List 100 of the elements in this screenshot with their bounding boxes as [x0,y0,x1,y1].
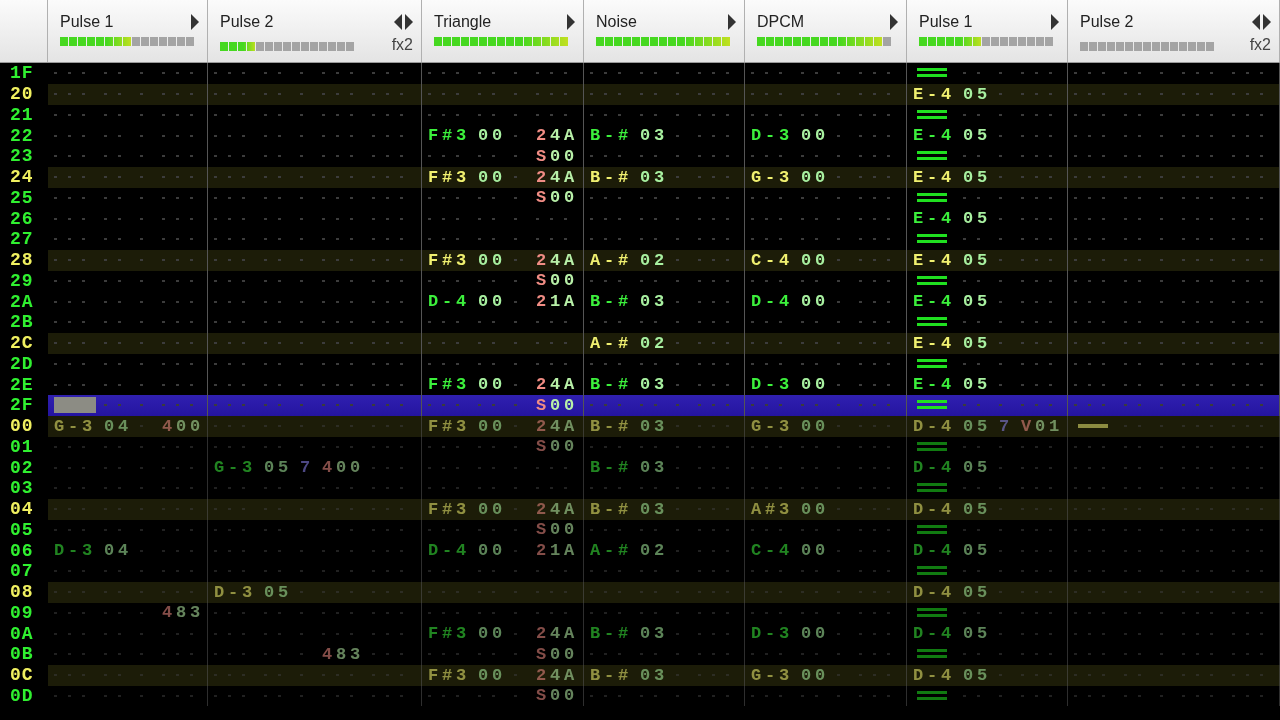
row-number: 0D [10,686,34,705]
note-text: D-4 [428,293,470,311]
channel-name: Pulse 1 [60,12,114,32]
effect-text: 24A [536,168,578,186]
instrument-text: 05 [963,251,991,269]
pattern-row[interactable]: 28 F#3 00 24A A-# 02 C-4 00 E-4 05 [0,249,1280,271]
note-text: D-4 [913,583,955,601]
instrument-text: 02 [640,334,668,352]
instrument-text: 05 [963,376,991,394]
instrument-text: 00 [478,500,506,518]
note-text: E-4 [913,168,955,186]
row-number: 26 [10,209,34,228]
note-text: E-4 [913,334,955,352]
note-text: F#3 [428,168,470,186]
right-arrow-icon[interactable] [191,14,199,30]
instrument-text: 00 [801,500,829,518]
note-text: B-# [590,666,632,684]
instrument-text: 00 [478,625,506,643]
instrument-text: 00 [801,417,829,435]
right-arrow-icon[interactable] [567,14,575,30]
note-text: B-# [590,168,632,186]
pattern-row[interactable]: 0C F#3 00 24A B-# 03 G-3 00 D-4 05 [0,664,1280,686]
right-arrow-icon[interactable] [1051,14,1059,30]
note-text: F#3 [428,417,470,435]
note-text: D-4 [913,666,955,684]
instrument-text: 03 [640,417,668,435]
row-number: 01 [10,437,34,456]
pattern-row[interactable]: 24 F#3 00 24A B-# 03 G-3 00 E-4 05 [0,166,1280,188]
right-arrow-icon[interactable] [890,14,898,30]
row-number: 27 [10,230,34,249]
note-text: F#3 [428,376,470,394]
effect-text: 24A [536,625,578,643]
instrument-text: 00 [478,127,506,145]
instrument-text: 00 [801,168,829,186]
instrument-text: 00 [478,168,506,186]
pattern-row[interactable]: 2C A-# 02 E-4 05 [0,332,1280,354]
note-text: B-# [590,500,632,518]
instrument-text: 03 [640,666,668,684]
pattern-row[interactable]: 04 F#3 00 24A B-# 03 A#3 00 D-4 05 [0,498,1280,520]
note-text: D-3 [214,583,256,601]
instrument-text: 00 [801,127,829,145]
note-text: F#3 [428,127,470,145]
instrument-text: 02 [640,542,668,560]
instrument-text: 05 [963,459,991,477]
instrument-text: 03 [640,625,668,643]
volume-text: 7 [999,417,1013,435]
note-text: B-# [590,625,632,643]
instrument-text: 05 [963,583,991,601]
right-arrow-icon[interactable] [405,14,413,30]
instrument-text: 00 [478,293,506,311]
note-text: G-3 [751,417,793,435]
instrument-text: 05 [963,168,991,186]
right-arrow-icon[interactable] [728,14,736,30]
note-text: D-4 [913,417,955,435]
instrument-text: 05 [963,417,991,435]
note-text: G-3 [214,459,256,477]
instrument-text: 05 [963,210,991,228]
instrument-text: 05 [264,583,292,601]
note-text: A#3 [751,500,793,518]
note-text: F#3 [428,625,470,643]
row-number: 24 [10,168,34,187]
channel-header[interactable]: Pulse 2 fx2 [208,0,422,62]
note-text: E-4 [913,127,955,145]
note-text: F#3 [428,251,470,269]
left-arrow-icon[interactable] [394,14,402,30]
row-number: 28 [10,251,34,270]
instrument-text: 05 [963,666,991,684]
channel-header[interactable]: DPCM [745,0,907,62]
row-number: 02 [10,458,34,477]
instrument-text: 00 [801,666,829,684]
note-text: B-# [590,417,632,435]
channel-header[interactable]: Pulse 1 [48,0,208,62]
note-text: D-3 [751,376,793,394]
note-text: G-3 [751,666,793,684]
note-text: D-3 [54,542,96,560]
instrument-text: 00 [478,251,506,269]
note-text: F#3 [428,500,470,518]
row-number: 0B [10,645,34,664]
row-number: 2E [10,375,34,394]
note-text: D-4 [751,293,793,311]
note-text: C-4 [751,251,793,269]
pattern-row[interactable]: 08 D-3 05 D-4 05 [0,581,1280,603]
channel-header[interactable]: Pulse 2 fx2 [1068,0,1280,62]
note-text: A-# [590,334,632,352]
row-number: 0C [10,666,34,685]
channel-name: Triangle [434,12,492,32]
pattern-row[interactable]: 20 E-4 05 [0,83,1280,105]
channel-header[interactable]: Triangle [422,0,584,62]
note-text: D-3 [751,625,793,643]
right-arrow-icon[interactable] [1263,14,1271,30]
instrument-text: 04 [104,542,132,560]
channel-header[interactable]: Noise [584,0,745,62]
note-text: E-4 [913,376,955,394]
effect-text: 24A [536,251,578,269]
channel-header[interactable]: Pulse 1 [907,0,1068,62]
note-text: D-4 [913,500,955,518]
instrument-text: 00 [801,376,829,394]
left-arrow-icon[interactable] [1252,14,1260,30]
instrument-text: 00 [478,666,506,684]
note-text: E-4 [913,210,955,228]
